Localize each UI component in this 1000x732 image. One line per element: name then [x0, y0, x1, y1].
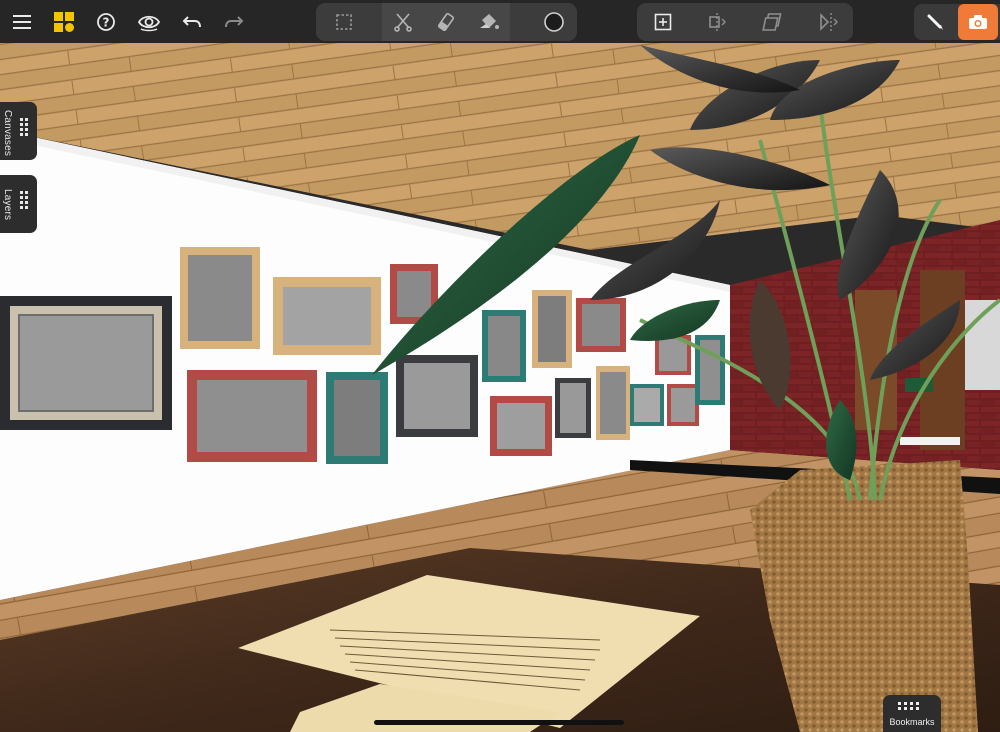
duplicate-icon[interactable] — [751, 3, 795, 41]
redo-icon[interactable] — [222, 0, 246, 43]
cut-icon[interactable] — [382, 3, 424, 41]
gallery-room-render — [0, 43, 1000, 732]
camera-mode-icon[interactable] — [958, 4, 998, 40]
layers-tab[interactable]: Layers — [0, 175, 37, 233]
menu-icon[interactable] — [8, 0, 36, 43]
add-frame-icon[interactable] — [641, 3, 685, 41]
paint-bucket-icon[interactable] — [468, 3, 510, 41]
photo-frame — [0, 296, 172, 430]
layers-tab-label: Layers — [2, 189, 13, 221]
undo-icon[interactable] — [180, 0, 204, 43]
mirror-icon[interactable] — [807, 3, 851, 41]
drag-handle-icon — [898, 702, 919, 710]
eraser-icon[interactable] — [424, 3, 468, 41]
mode-toggle-group — [914, 4, 1000, 40]
view-eye-icon[interactable] — [136, 0, 162, 43]
top-toolbar: ? — [0, 0, 1000, 43]
align-center-icon[interactable] — [695, 3, 739, 41]
pen-mode-icon[interactable] — [914, 4, 956, 40]
drag-handle-icon — [20, 118, 28, 136]
select-marquee-icon[interactable] — [322, 3, 366, 41]
edit-tools-group — [316, 3, 577, 41]
bookmarks-label: Bookmarks — [889, 717, 935, 727]
color-swatch-icon[interactable] — [532, 3, 576, 41]
bookmarks-tab[interactable]: Bookmarks — [883, 695, 941, 732]
home-indicator[interactable] — [374, 720, 624, 725]
app-logo-icon[interactable] — [51, 0, 77, 43]
canvases-tab[interactable]: Canvases — [0, 102, 37, 160]
gallery-3d-viewport[interactable] — [0, 0, 1000, 732]
drag-handle-icon — [20, 191, 28, 209]
help-icon[interactable]: ? — [94, 0, 118, 43]
canvases-tab-label: Canvases — [2, 110, 13, 157]
svg-text:?: ? — [103, 15, 110, 29]
object-tools-group — [637, 3, 853, 41]
